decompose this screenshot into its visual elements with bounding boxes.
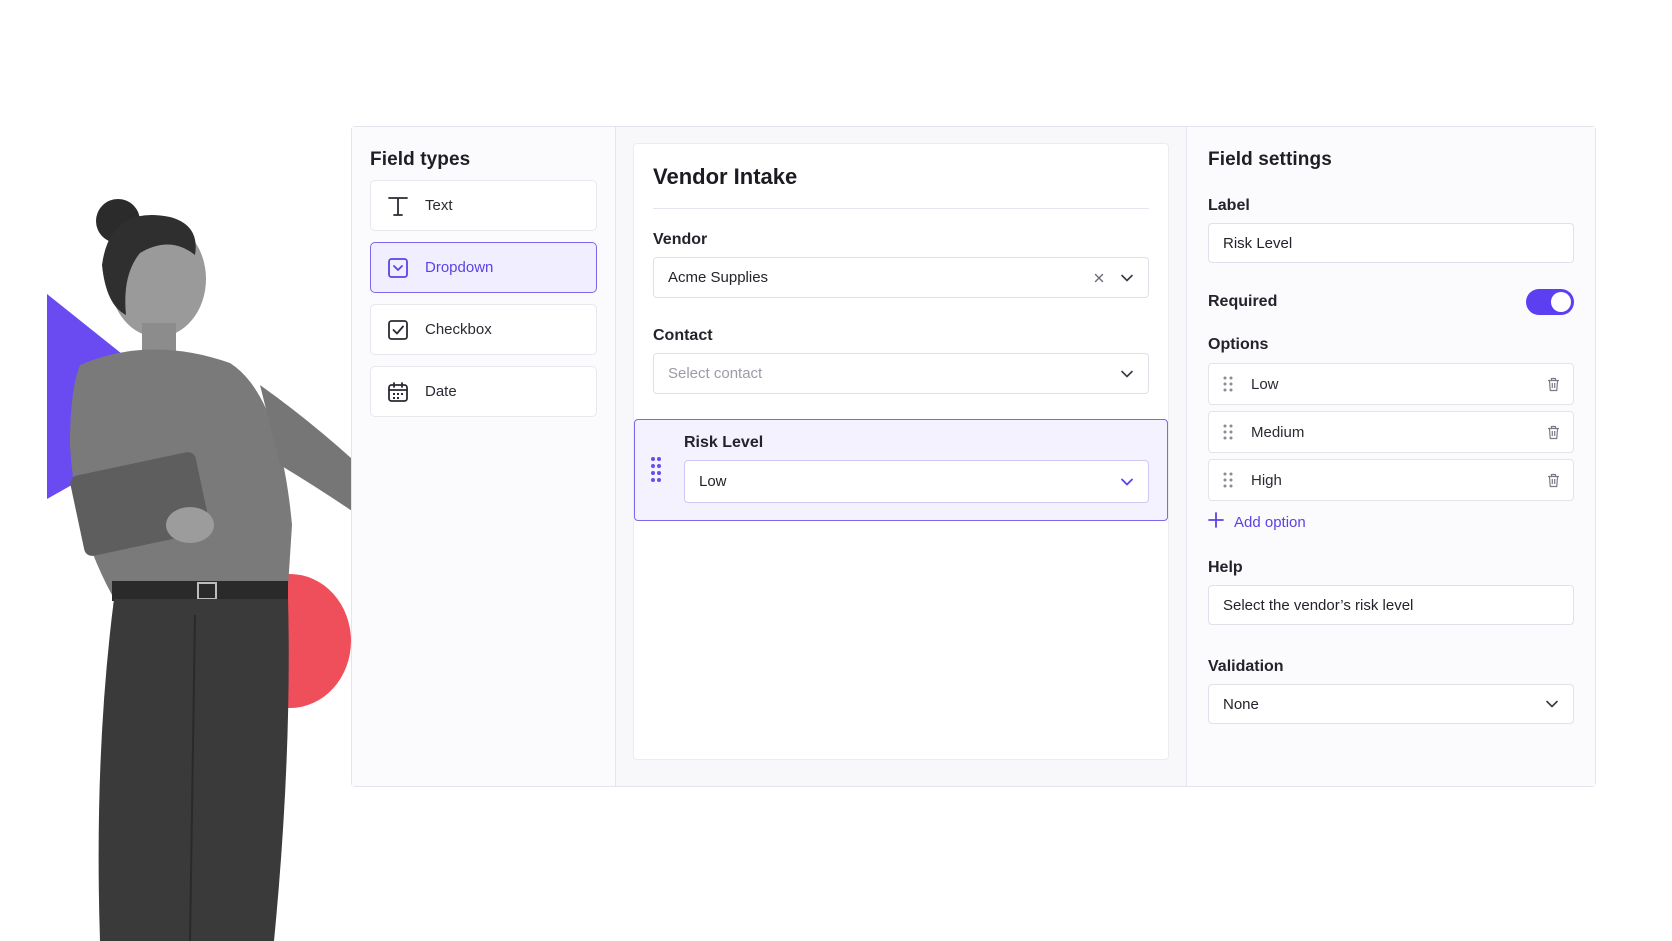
chevron-down-icon <box>1545 697 1559 711</box>
add-option-label: Add option <box>1234 513 1306 531</box>
option-item[interactable]: Low <box>1208 363 1574 405</box>
validation-setting: Validation None <box>1208 658 1574 724</box>
field-settings-panel: Field settings Label Risk Level Required… <box>1187 127 1595 786</box>
field-types-title: Field types <box>370 149 471 170</box>
form-builder-window: Field types Text Dropdown Checkbox Date … <box>351 126 1596 787</box>
contact-placeholder: Select contact <box>668 365 763 382</box>
help-input[interactable]: Select the vendor’s risk level <box>1208 585 1574 625</box>
field-type-list: Text Dropdown Checkbox Date <box>370 180 597 417</box>
field-types-panel: Field types Text Dropdown Checkbox Date <box>352 127 616 786</box>
toggle-knob <box>1551 292 1571 312</box>
risk-level-label: Risk Level <box>684 434 764 451</box>
required-setting: Required <box>1208 289 1574 315</box>
validation-select[interactable]: None <box>1208 684 1574 724</box>
label-setting: Label Risk Level <box>1208 197 1574 263</box>
vendor-field: Vendor Acme Supplies <box>653 231 1149 298</box>
option-value: Medium <box>1251 423 1305 441</box>
text-icon <box>385 193 411 219</box>
plus-icon <box>1208 512 1224 532</box>
field-type-dropdown[interactable]: Dropdown <box>370 242 597 293</box>
trash-icon[interactable] <box>1545 376 1561 392</box>
contact-select[interactable]: Select contact <box>653 353 1149 394</box>
options-setting: Options Low Medium High Add option <box>1208 336 1574 532</box>
risk-level-select[interactable]: Low <box>684 460 1149 503</box>
field-type-checkbox[interactable]: Checkbox <box>370 304 597 355</box>
field-type-label: Dropdown <box>425 259 494 276</box>
contact-field: Contact Select contact <box>653 327 1149 394</box>
field-type-label: Text <box>425 197 453 214</box>
option-item[interactable]: High <box>1208 459 1574 501</box>
label-input[interactable]: Risk Level <box>1208 223 1574 263</box>
add-option-button[interactable]: Add option <box>1208 512 1574 532</box>
help-input-value: Select the vendor’s risk level <box>1223 596 1414 614</box>
presenter-illustration <box>30 195 400 941</box>
help-setting: Help Select the vendor’s risk level <box>1208 559 1574 625</box>
vendor-label: Vendor <box>653 231 708 248</box>
option-value: Low <box>1251 375 1279 393</box>
vendor-select[interactable]: Acme Supplies <box>653 257 1149 298</box>
checkbox-icon <box>385 317 411 343</box>
vendor-value: Acme Supplies <box>668 269 769 286</box>
contact-label: Contact <box>653 327 713 344</box>
field-type-date[interactable]: Date <box>370 366 597 417</box>
field-type-label: Date <box>425 383 457 400</box>
label-setting-label: Label <box>1208 197 1250 214</box>
chevron-down-icon <box>1120 271 1134 285</box>
required-toggle[interactable] <box>1526 289 1574 315</box>
dropdown-icon <box>385 255 411 281</box>
drag-handle-icon[interactable] <box>1223 424 1237 440</box>
option-list: Low Medium High <box>1208 363 1574 501</box>
options-label: Options <box>1208 336 1269 353</box>
trash-icon[interactable] <box>1545 472 1561 488</box>
drag-handle-icon[interactable] <box>1223 472 1237 488</box>
form-card: Vendor Intake Vendor Acme Supplies Conta… <box>633 143 1169 760</box>
calendar-icon <box>385 379 411 405</box>
help-label: Help <box>1208 559 1243 576</box>
risk-level-field-selected[interactable]: Risk Level Low <box>634 419 1168 521</box>
field-type-label: Checkbox <box>425 321 492 338</box>
trash-icon[interactable] <box>1545 424 1561 440</box>
chevron-down-icon <box>1120 475 1134 489</box>
validation-value: None <box>1223 695 1259 713</box>
chevron-down-icon <box>1120 367 1134 381</box>
field-settings-title: Field settings <box>1208 149 1332 170</box>
label-input-value: Risk Level <box>1223 234 1293 252</box>
validation-label: Validation <box>1208 658 1284 675</box>
option-value: High <box>1251 471 1282 489</box>
option-item[interactable]: Medium <box>1208 411 1574 453</box>
field-type-text[interactable]: Text <box>370 180 597 231</box>
form-canvas: Vendor Intake Vendor Acme Supplies Conta… <box>616 127 1187 786</box>
drag-handle-icon[interactable] <box>651 457 661 488</box>
drag-handle-icon[interactable] <box>1223 376 1237 392</box>
required-label: Required <box>1208 293 1278 310</box>
risk-level-value: Low <box>699 473 727 490</box>
form-title: Vendor Intake <box>653 164 1149 209</box>
clear-icon[interactable] <box>1092 271 1106 285</box>
